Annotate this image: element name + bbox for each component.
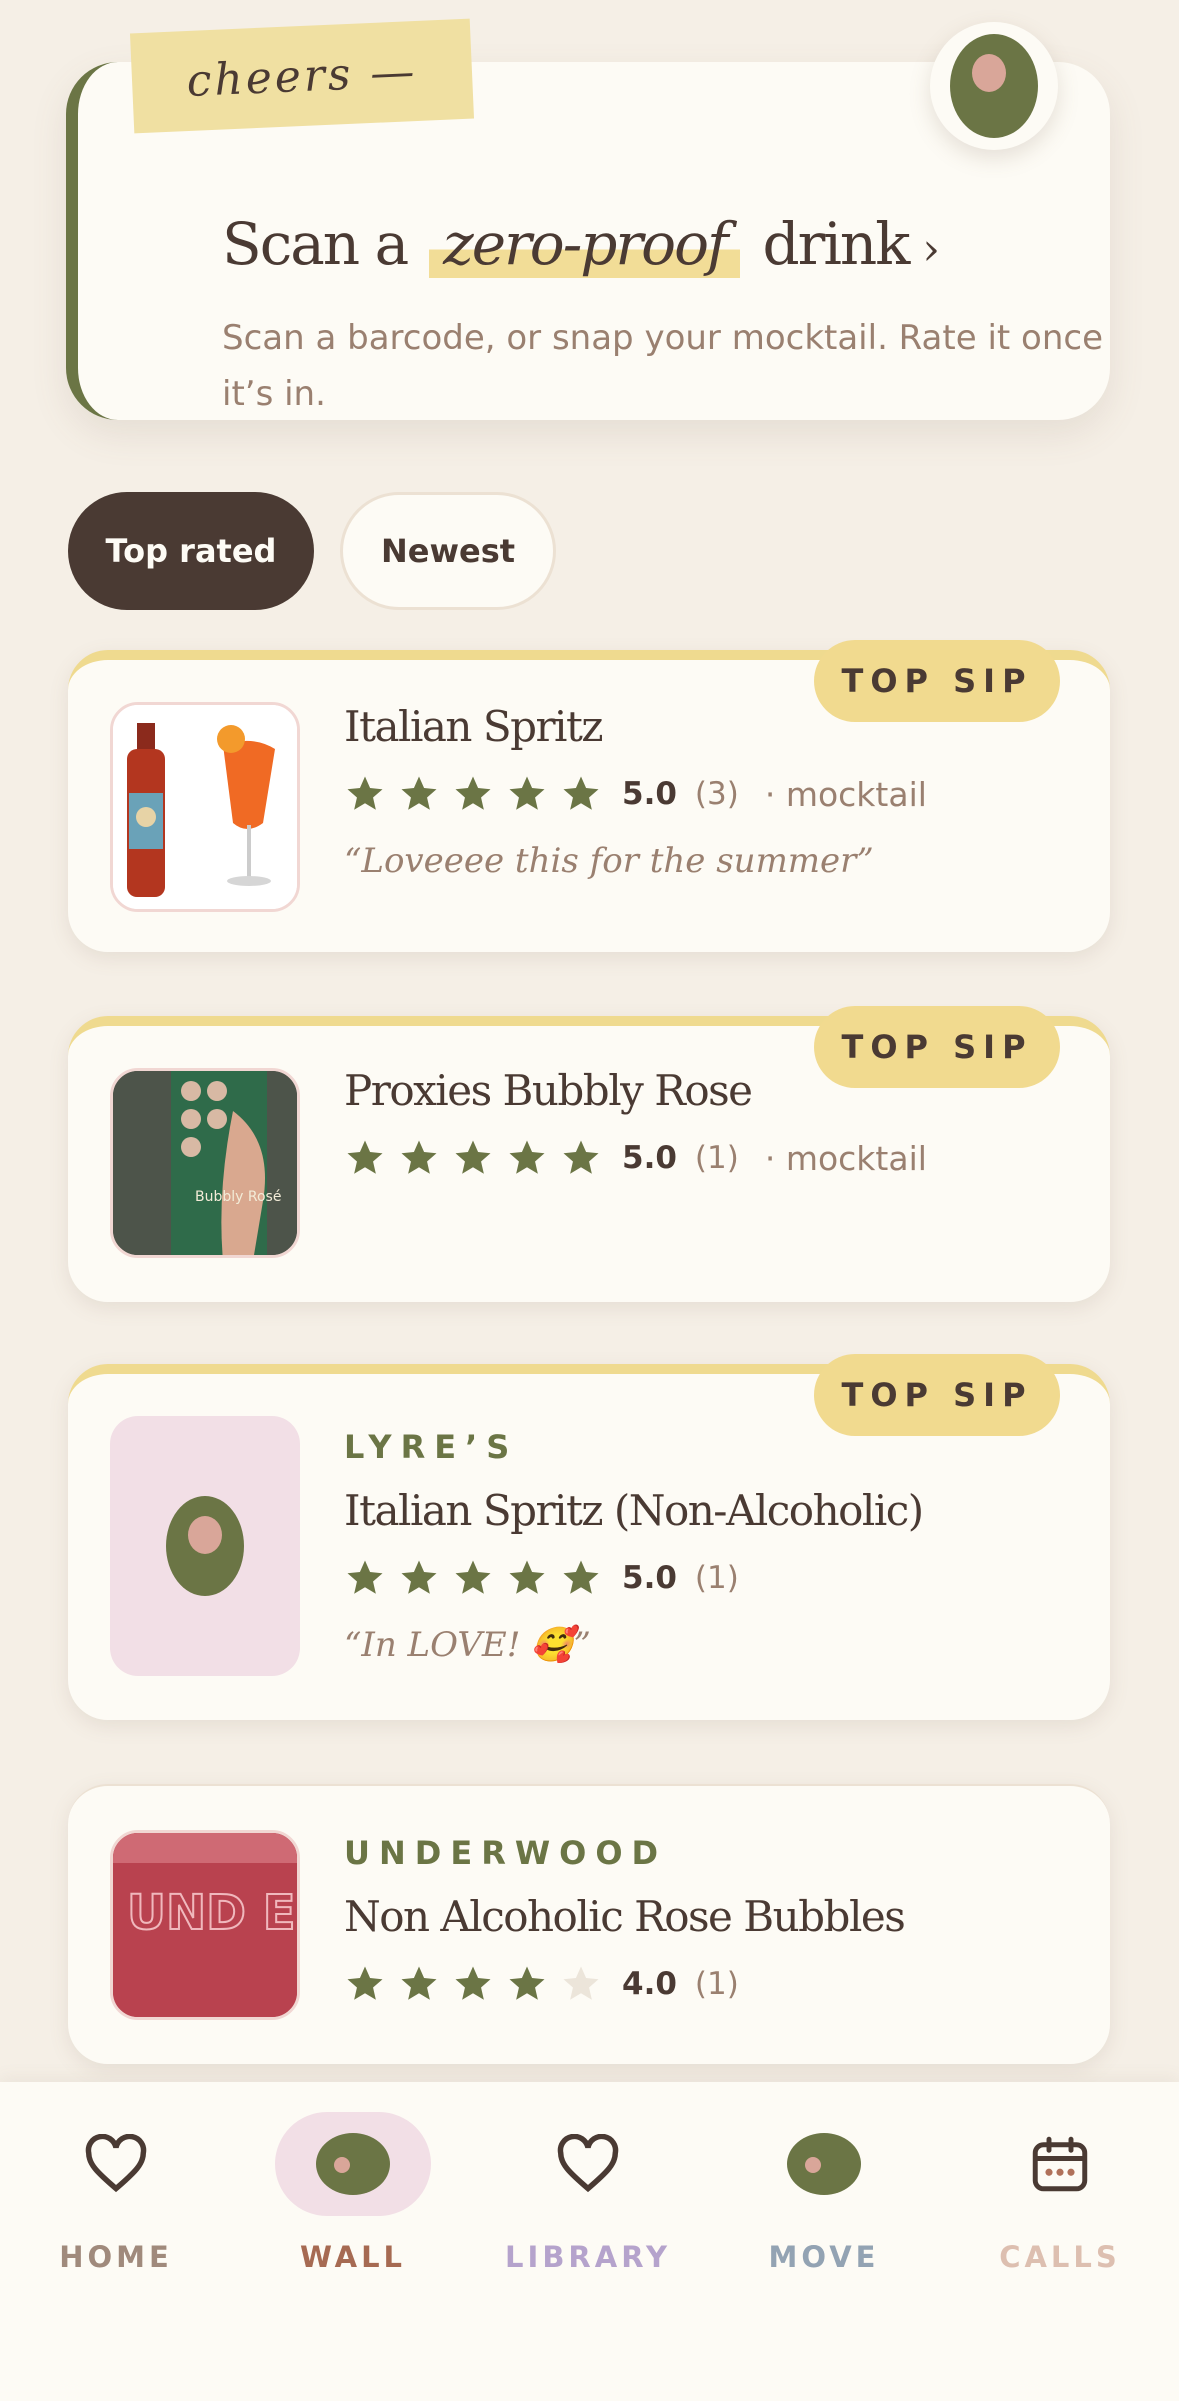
drink-photo: Bubbly Rosé [110,1068,300,1258]
rating-count: (1) [694,1560,739,1596]
calendar-icon [1032,2136,1088,2192]
rating-score: 5.0 [622,1560,677,1596]
underwood-can-image: UND ERW [113,1833,300,2017]
drink-name: Italian Spritz (Non-Alcoholic) [344,1486,924,1535]
star-filled-icon [455,776,491,810]
drink-type: · mocktail [764,774,927,814]
star-filled-icon [509,1560,545,1594]
nav-home[interactable]: HOME [26,2112,206,2312]
review-quote: “Loveeee this for the summer” [344,841,874,881]
star-rating [344,773,602,815]
star-filled-icon [347,1140,383,1174]
star-filled-icon [347,776,383,810]
star-rating [344,1137,602,1179]
olive-avatar[interactable] [930,22,1058,150]
rating-score: 4.0 [622,1966,677,2002]
nav-move[interactable]: MOVE [734,2112,914,2312]
drink-brand: UNDERWOOD [344,1834,668,1872]
star-filled-icon [563,776,599,810]
drink-info: LYRE’S Italian Spritz (Non-Alcoholic) 5.… [344,1428,924,1665]
rating-count: (1) [694,1140,739,1176]
star-filled-icon [563,1560,599,1594]
spritz-bottle-glass-image [113,705,297,909]
star-filled-icon [563,1140,599,1174]
star-filled-icon [401,1560,437,1594]
scan-drink-subtitle: Scan a barcode, or snap your mocktail. R… [222,318,1103,414]
star-filled-icon [509,776,545,810]
scan-title-suffix: drink [762,210,910,278]
drink-info: Italian Spritz 5.0 (3) · mocktail “Lovee… [344,702,927,881]
nav-move-label: MOVE [768,2240,880,2274]
nav-calls[interactable]: CALLS [970,2112,1150,2312]
drink-card[interactable]: TOP SIP Bubbly Rosé Proxies Bubbly Rose … [68,1006,1110,1302]
star-filled-icon [455,1560,491,1594]
drink-photo-placeholder [110,1416,300,1676]
rating-count: (1) [694,1966,739,2002]
drink-name: Italian Spritz [344,702,603,751]
star-filled-icon [401,776,437,810]
can-label-text: Bubbly Rosé [195,1189,281,1205]
top-sip-badge: TOP SIP [814,1354,1060,1436]
zero-proof-highlight: zero-proof [429,210,741,278]
filter-top-rated-button[interactable]: Top rated [68,492,314,610]
chevron-right-icon: › [922,224,940,275]
drink-card[interactable]: TOP SIP Italian Spritz 5.0 (3) · mocktai… [68,640,1110,952]
drink-name: Non Alcoholic Rose Bubbles [344,1892,906,1941]
star-filled-icon [347,1560,383,1594]
star-filled-icon [509,1140,545,1174]
star-rating [344,1557,602,1599]
nav-home-label: HOME [59,2240,173,2274]
scan-title-prefix: Scan a [222,210,409,278]
drink-photo: UND ERW [110,1830,300,2020]
star-filled-icon [401,1140,437,1174]
star-rating [344,1963,602,2005]
olive-icon [787,2133,861,2195]
rating-score: 5.0 [622,1140,677,1176]
drink-photo [110,702,300,912]
rating-row: 5.0 (1) · mocktail [344,1137,927,1179]
rating-count: (3) [694,776,739,812]
rating-row: 5.0 (3) · mocktail [344,773,927,815]
rating-row: 4.0 (1) [344,1963,904,2005]
olive-icon [950,34,1038,138]
filter-newest-button[interactable]: Newest [340,492,556,610]
review-quote: “In LOVE! 🥰” [344,1625,591,1665]
drink-card[interactable]: UND ERW UNDERWOOD Non Alcoholic Rose Bub… [68,1784,1110,2064]
bottom-navigation: HOME WALL LIBRARY MOVE CALLS [0,2082,1179,2401]
drink-info: UNDERWOOD Non Alcoholic Rose Bubbles 4.0… [344,1834,906,2005]
rating-row: 5.0 (1) [344,1557,923,1599]
star-filled-icon [401,1966,437,2000]
rating-score: 5.0 [622,776,677,812]
bubbly-rose-can-image: Bubbly Rosé [113,1071,297,1255]
drink-info: Proxies Bubbly Rose 5.0 (1) · mocktail [344,1066,927,1179]
heart-icon [557,2134,619,2193]
cheers-tape-label: cheers — [129,18,475,134]
star-empty-icon [563,1966,599,2000]
nav-calls-label: CALLS [999,2240,1121,2274]
nav-library[interactable]: LIBRARY [498,2112,678,2312]
star-filled-icon [455,1140,491,1174]
nav-library-label: LIBRARY [505,2240,671,2274]
drink-name: Proxies Bubbly Rose [344,1066,753,1115]
heart-icon [85,2134,147,2193]
olive-icon [166,1496,244,1596]
scan-drink-title[interactable]: Scan a zero-proof drink › [222,210,940,278]
nav-wall[interactable]: WALL [263,2112,443,2312]
can-label-text: UND ERW [127,1885,300,1941]
star-filled-icon [455,1966,491,2000]
nav-wall-label: WALL [299,2240,407,2274]
drink-type: · mocktail [764,1138,927,1178]
drink-brand: LYRE’S [344,1428,519,1466]
star-filled-icon [509,1966,545,2000]
drink-card[interactable]: TOP SIP LYRE’S Italian Spritz (Non-Alcoh… [68,1354,1110,1720]
olive-icon [316,2133,390,2195]
star-filled-icon [347,1966,383,2000]
